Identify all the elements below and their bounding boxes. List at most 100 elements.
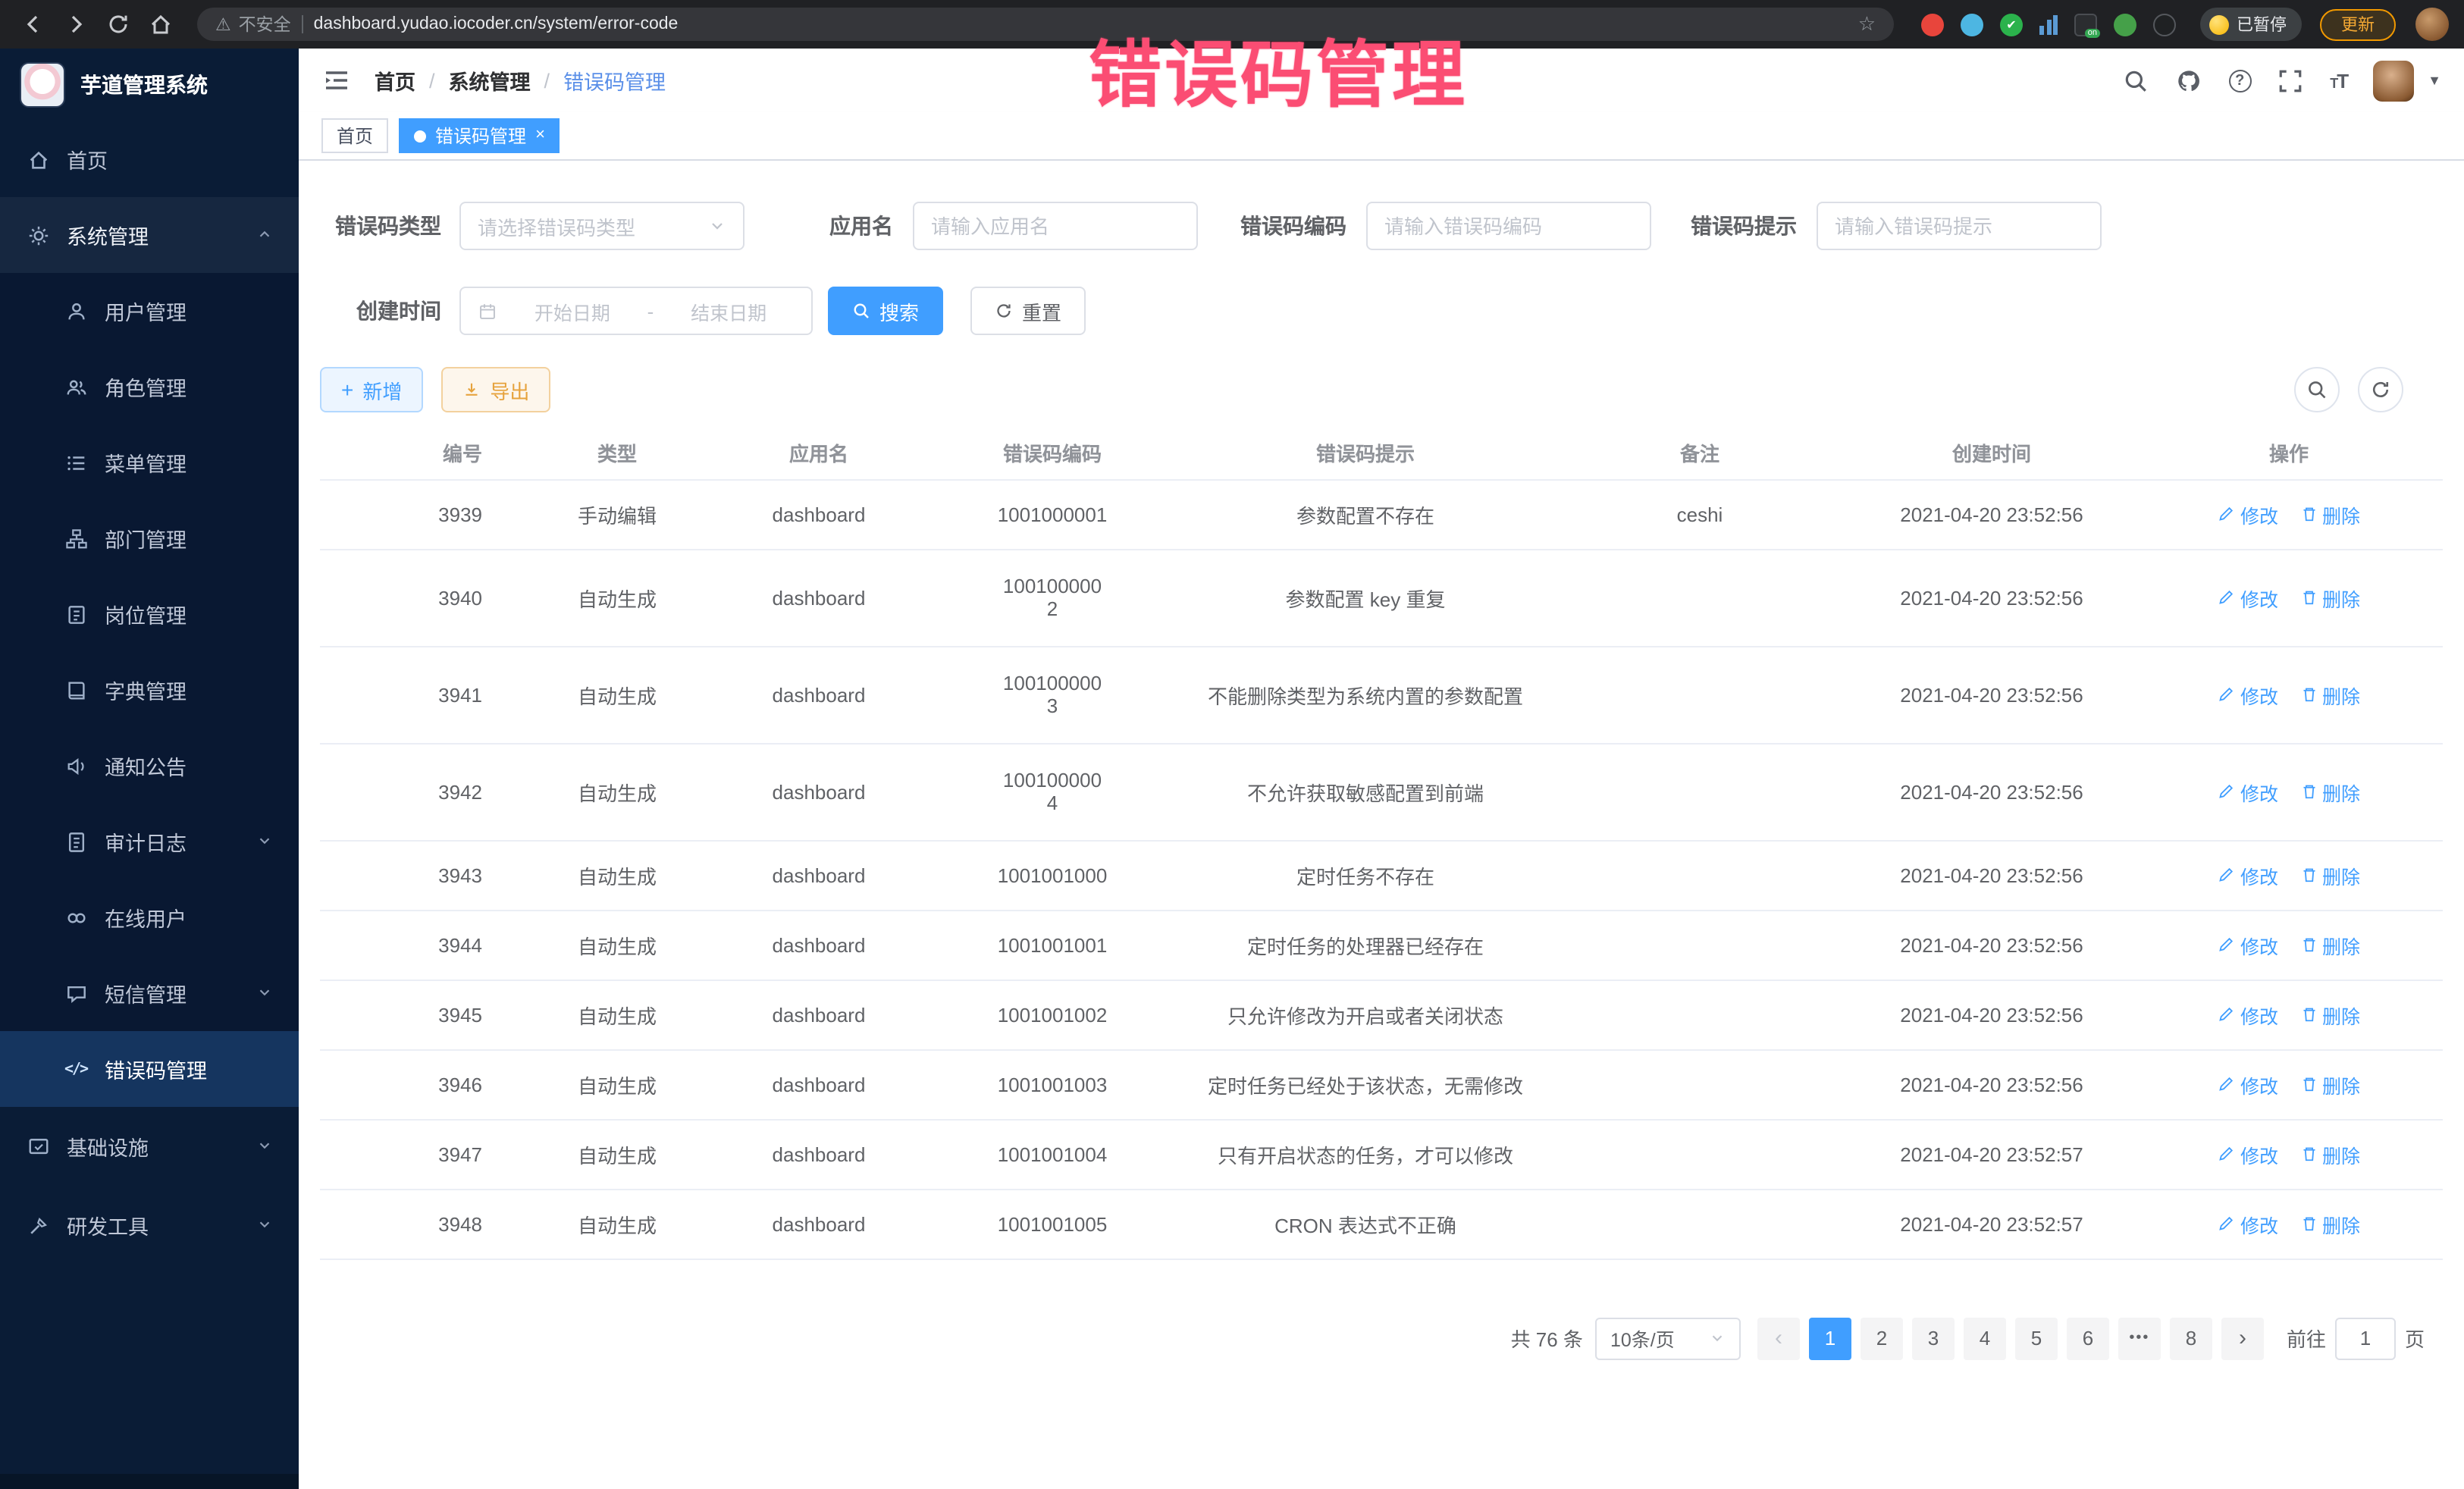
edit-link[interactable]: 修改	[2218, 860, 2278, 889]
sidebar-item-posts[interactable]: 岗位管理	[0, 576, 299, 652]
back-icon[interactable]	[15, 6, 52, 42]
delete-link[interactable]: 删除	[2299, 860, 2360, 889]
edit-link[interactable]: 修改	[2218, 1139, 2278, 1168]
sidebar-item-sms[interactable]: 短信管理	[0, 955, 299, 1031]
sidebar-item-infrastructure[interactable]: 基础设施	[0, 1107, 299, 1186]
reset-button[interactable]: 重置	[970, 287, 1086, 335]
update-button[interactable]: 更新	[2320, 8, 2396, 40]
extension-icon-switch[interactable]: on	[2074, 13, 2097, 36]
page-size-select[interactable]: 10条/页	[1595, 1317, 1741, 1359]
delete-link[interactable]: 删除	[2299, 680, 2360, 709]
url-text[interactable]: dashboard.yudao.iocoder.cn/system/error-…	[314, 15, 679, 33]
paused-badge[interactable]: 已暂停	[2200, 8, 2302, 41]
delete-link[interactable]: 删除	[2299, 1070, 2360, 1099]
edit-link[interactable]: 修改	[2218, 500, 2278, 528]
sidebar-item-system[interactable]: 系统管理	[0, 197, 299, 273]
pager-ellipsis[interactable]: •••	[2118, 1317, 2161, 1359]
sidebar-item-audit-log[interactable]: 审计日志	[0, 804, 299, 879]
end-date-placeholder[interactable]: 结束日期	[663, 296, 795, 325]
prev-page-button[interactable]: ‹	[1757, 1317, 1800, 1359]
pager-page-4[interactable]: 4	[1964, 1317, 2006, 1359]
delete-link[interactable]: 删除	[2299, 583, 2360, 612]
edit-link[interactable]: 修改	[2218, 777, 2278, 806]
edit-link[interactable]: 修改	[2218, 1209, 2278, 1238]
sidebar-item-error-code[interactable]: </> 错误码管理	[0, 1031, 299, 1107]
reload-icon[interactable]	[100, 6, 136, 42]
extension-icon-green-check[interactable]: ✔	[2000, 13, 2023, 36]
error-hint-input[interactable]	[1835, 215, 2083, 237]
start-date-placeholder[interactable]: 开始日期	[506, 296, 638, 325]
cell-actions: 修改删除	[2135, 840, 2443, 910]
refresh-table-button[interactable]	[2358, 367, 2403, 412]
browser-profile-avatar[interactable]	[2415, 8, 2449, 41]
add-button[interactable]: + 新增	[320, 367, 423, 412]
sidebar-item-roles[interactable]: 角色管理	[0, 349, 299, 425]
table-row: 3944自动生成dashboard1001001001定时任务的处理器已经存在2…	[320, 910, 2443, 980]
security-warning[interactable]: ⚠ 不安全	[215, 12, 291, 36]
search-button[interactable]: 搜索	[828, 287, 943, 335]
delete-link[interactable]: 删除	[2299, 777, 2360, 806]
delete-link[interactable]: 删除	[2299, 1139, 2360, 1168]
sidebar-item-notices[interactable]: 通知公告	[0, 728, 299, 804]
edit-link[interactable]: 修改	[2218, 680, 2278, 709]
app-name-input[interactable]	[931, 215, 1180, 237]
date-range-picker[interactable]: 开始日期 - 结束日期	[459, 287, 813, 335]
hamburger-icon[interactable]	[321, 65, 352, 96]
sidebar-item-dev-tools[interactable]: 研发工具	[0, 1186, 299, 1265]
tab-home[interactable]: 首页	[321, 118, 388, 153]
app-logo-row[interactable]: 芋道管理系统	[0, 49, 299, 121]
cell-app: dashboard	[713, 479, 925, 549]
pager-page-1[interactable]: 1	[1809, 1317, 1851, 1359]
delete-icon	[2299, 866, 2318, 884]
extension-icon-teal[interactable]	[1961, 13, 1983, 36]
sidebar-item-dict[interactable]: 字典管理	[0, 652, 299, 728]
sidebar-item-menus[interactable]: 菜单管理	[0, 425, 299, 500]
forward-icon[interactable]	[58, 6, 94, 42]
address-bar[interactable]: ⚠ 不安全 dashboard.yudao.iocoder.cn/system/…	[197, 8, 1894, 41]
pager-page-6[interactable]: 6	[2067, 1317, 2109, 1359]
edit-link[interactable]: 修改	[2218, 1000, 2278, 1029]
next-page-button[interactable]: ›	[2221, 1317, 2264, 1359]
error-type-select[interactable]: 请选择错误码类型	[459, 202, 745, 250]
close-icon[interactable]: ×	[535, 127, 545, 144]
cell-actions: 修改删除	[2135, 479, 2443, 549]
pager-page-8[interactable]: 8	[2170, 1317, 2212, 1359]
sidebar-item-online-users[interactable]: 在线用户	[0, 879, 299, 955]
edit-icon	[2218, 1145, 2236, 1163]
font-size-icon[interactable]: TT	[2330, 69, 2347, 92]
breadcrumb-system[interactable]: 系统管理	[449, 65, 531, 96]
extension-icon-leaf[interactable]	[2114, 13, 2136, 36]
show-search-button[interactable]	[2294, 367, 2340, 412]
sidebar-item-departments[interactable]: 部门管理	[0, 500, 299, 576]
fullscreen-icon[interactable]	[2277, 67, 2304, 94]
table-row: 3948自动生成dashboard1001001005CRON 表达式不正确20…	[320, 1189, 2443, 1259]
edit-link[interactable]: 修改	[2218, 583, 2278, 612]
github-icon[interactable]	[2175, 67, 2202, 94]
extension-icon-stats[interactable]	[2039, 14, 2058, 34]
export-button[interactable]: 导出	[441, 367, 550, 412]
tab-error-code[interactable]: 错误码管理 ×	[399, 118, 560, 153]
pager-page-3[interactable]: 3	[1912, 1317, 1955, 1359]
extension-icon-pin[interactable]	[2153, 13, 2176, 36]
delete-link[interactable]: 删除	[2299, 500, 2360, 528]
home-icon[interactable]	[143, 6, 179, 42]
goto-page-input[interactable]	[2335, 1317, 2396, 1359]
extension-icon-red[interactable]	[1921, 13, 1944, 36]
edit-link[interactable]: 修改	[2218, 1070, 2278, 1099]
delete-link[interactable]: 删除	[2299, 1209, 2360, 1238]
sidebar-item-users[interactable]: 用户管理	[0, 273, 299, 349]
bookmark-star-icon[interactable]: ☆	[1858, 12, 1876, 36]
caret-down-icon[interactable]: ▼	[2428, 73, 2441, 88]
user-avatar[interactable]	[2373, 60, 2414, 101]
delete-link[interactable]: 删除	[2299, 930, 2360, 959]
delete-link[interactable]: 删除	[2299, 1000, 2360, 1029]
refresh-icon	[995, 302, 1013, 320]
pager-page-2[interactable]: 2	[1861, 1317, 1903, 1359]
pager-page-5[interactable]: 5	[2015, 1317, 2058, 1359]
sidebar-item-home[interactable]: 首页	[0, 121, 299, 197]
breadcrumb-home[interactable]: 首页	[375, 65, 415, 96]
search-icon[interactable]	[2122, 67, 2149, 94]
error-code-input[interactable]	[1384, 215, 1633, 237]
help-icon[interactable]: ?	[2228, 69, 2251, 92]
edit-link[interactable]: 修改	[2218, 930, 2278, 959]
